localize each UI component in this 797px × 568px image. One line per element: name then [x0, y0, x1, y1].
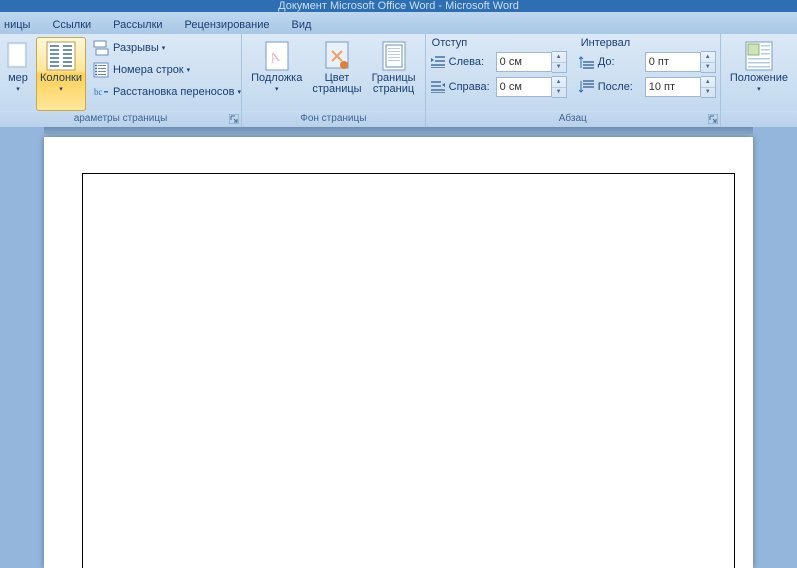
hyphenation-label: Расстановка переносов: [113, 86, 234, 98]
spinner-buttons[interactable]: ▲▼: [701, 51, 716, 73]
title-bar: Документ Microsoft Office Word - Microso…: [0, 0, 797, 12]
spacing-after-input[interactable]: [645, 77, 701, 97]
svg-text:bc: bc: [94, 87, 103, 97]
breaks-button[interactable]: Разрывы ▾: [90, 37, 244, 59]
line-numbers-button[interactable]: Номера строк ▾: [90, 59, 244, 81]
columns-icon: [45, 40, 77, 72]
spacing-before-spinner[interactable]: ▲▼: [645, 52, 716, 72]
ruler-shadow: [44, 127, 753, 134]
spacing-before-input[interactable]: [645, 52, 701, 72]
dialog-launcher-icon[interactable]: [708, 114, 718, 124]
chevron-down-icon: ▾: [187, 66, 191, 74]
spin-up-icon[interactable]: ▲: [701, 52, 715, 63]
page-margin-box: [82, 173, 735, 568]
chevron-down-icon: ▾: [162, 44, 166, 52]
group-page-setup: мер ▾ Колонки ▾ Р: [0, 34, 242, 127]
spacing-before-icon: [579, 54, 595, 70]
spacing-after-icon: [579, 79, 595, 95]
tab-view[interactable]: Вид: [281, 16, 323, 34]
chevron-down-icon: ▾: [16, 85, 20, 93]
position-icon: [743, 40, 775, 72]
document-page[interactable]: [44, 137, 753, 568]
chevron-down-icon: ▾: [757, 85, 761, 93]
tab-references[interactable]: Ссылки: [41, 16, 102, 34]
spinner-buttons[interactable]: ▲▼: [701, 76, 716, 98]
group-page-bg-label: Фон страницы: [242, 111, 425, 127]
indent-right-spinner[interactable]: ▲▼: [496, 77, 567, 97]
page-borders-label: Границы страниц: [372, 73, 416, 95]
group-page-background: A Подложка ▾ Цвет страницы Границы стран…: [242, 34, 426, 127]
group-page-bg-text: Фон страницы: [300, 113, 366, 124]
app-window: Документ Microsoft Office Word - Microso…: [0, 0, 797, 568]
indent-left-label: Слева:: [430, 51, 496, 73]
tab-review[interactable]: Рецензирование: [174, 16, 281, 34]
size-icon: [2, 40, 34, 72]
breaks-icon: [93, 40, 109, 56]
watermark-label: Подложка: [251, 73, 302, 84]
spin-down-icon[interactable]: ▼: [552, 63, 566, 73]
spin-up-icon[interactable]: ▲: [701, 77, 715, 88]
group-arrange: Положение ▾: [721, 34, 797, 127]
group-paragraph-text: Абзац: [559, 113, 587, 124]
group-page-setup-label: араметры страницы: [0, 111, 241, 127]
document-area: [0, 127, 797, 568]
group-paragraph: Отступ Слева: ▲▼: [426, 34, 721, 127]
line-numbers-icon: [93, 62, 109, 78]
spin-down-icon[interactable]: ▼: [552, 88, 566, 98]
watermark-button[interactable]: A Подложка ▾: [246, 37, 307, 111]
group-page-setup-text: араметры страницы: [74, 113, 168, 124]
position-label: Положение: [730, 73, 788, 84]
columns-button[interactable]: Колонки ▾: [36, 37, 86, 111]
indent-right-input[interactable]: [496, 77, 552, 97]
breaks-label: Разрывы: [113, 42, 159, 54]
spacing-before-label: До:: [579, 51, 645, 73]
page-color-icon: [321, 40, 353, 72]
page-color-label: Цвет страницы: [312, 73, 361, 95]
line-numbers-label: Номера строк: [113, 64, 184, 76]
size-label: мер: [8, 73, 28, 84]
spin-up-icon[interactable]: ▲: [552, 77, 566, 88]
size-button[interactable]: мер ▾: [4, 37, 36, 111]
dialog-launcher-icon[interactable]: [229, 114, 239, 124]
tab-page-layout-partial[interactable]: ницы: [0, 16, 41, 34]
chevron-down-icon: ▾: [59, 85, 63, 93]
spacing-after-spinner[interactable]: ▲▼: [645, 77, 716, 97]
ribbon-tabs: ницы Ссылки Рассылки Рецензирование Вид: [0, 12, 797, 34]
spinner-buttons[interactable]: ▲▼: [552, 76, 567, 98]
spin-down-icon[interactable]: ▼: [701, 88, 715, 98]
hyphenation-icon: bc: [93, 84, 109, 100]
chevron-down-icon: ▾: [237, 88, 241, 96]
group-paragraph-label: Абзац: [426, 111, 720, 127]
indent-right-label: Справа:: [430, 76, 496, 98]
spacing-heading: Интервал: [579, 35, 716, 51]
columns-label: Колонки: [40, 73, 82, 84]
indent-left-icon: [430, 54, 446, 70]
tab-mailings[interactable]: Рассылки: [102, 16, 173, 34]
page-color-button[interactable]: Цвет страницы: [307, 37, 366, 111]
spacing-after-label: После:: [579, 76, 645, 98]
ribbon: мер ▾ Колонки ▾ Р: [0, 34, 797, 128]
indent-right-icon: [430, 79, 446, 95]
spinner-buttons[interactable]: ▲▼: [552, 51, 567, 73]
hyphenation-button[interactable]: bc Расстановка переносов ▾: [90, 81, 244, 103]
indent-left-input[interactable]: [496, 52, 552, 72]
group-arrange-label: [721, 111, 797, 127]
indent-left-spinner[interactable]: ▲▼: [496, 52, 567, 72]
indent-heading: Отступ: [430, 35, 567, 51]
page-borders-button[interactable]: Границы страниц: [367, 37, 421, 111]
spin-down-icon[interactable]: ▼: [701, 63, 715, 73]
position-button[interactable]: Положение ▾: [725, 37, 793, 111]
watermark-icon: A: [261, 40, 293, 72]
chevron-down-icon: ▾: [275, 85, 279, 93]
page-borders-icon: [378, 40, 410, 72]
window-title: Документ Microsoft Office Word - Microso…: [278, 0, 519, 12]
spin-up-icon[interactable]: ▲: [552, 52, 566, 63]
